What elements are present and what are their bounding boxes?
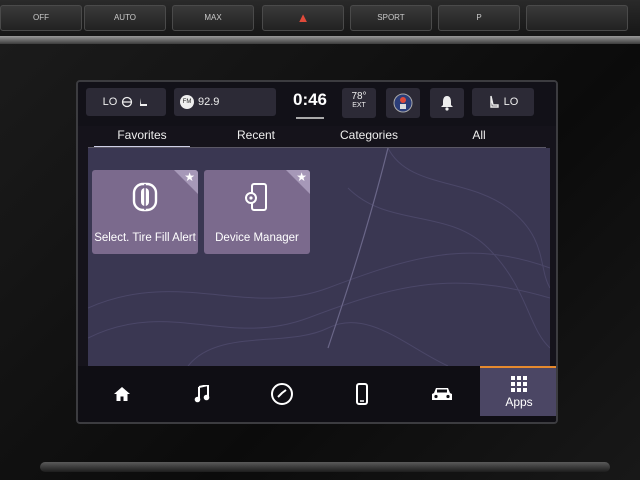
- climate-right-value: LO: [503, 96, 519, 108]
- bottom-navigation: Apps: [78, 366, 556, 422]
- nav-vehicle[interactable]: [412, 372, 472, 416]
- tile-label: Select. Tire Fill Alert: [94, 232, 196, 244]
- infotainment-screen: LO FM 92.9 0:46 78° EXT LO Favorites Rec…: [76, 80, 558, 424]
- front-defrost-button[interactable]: MAX: [172, 5, 254, 31]
- home-icon: [114, 387, 130, 401]
- apps-label: Apps: [505, 394, 533, 409]
- climate-left-value: LO: [102, 96, 118, 108]
- heated-wheel-icon: [122, 96, 133, 108]
- profile-icon: [393, 93, 413, 113]
- radio-band-badge: FM: [180, 95, 194, 109]
- nav-apps[interactable]: Apps: [480, 366, 556, 416]
- apps-grid-icon: [511, 375, 527, 392]
- music-note-icon: [194, 385, 210, 403]
- tab-categories[interactable]: Categories: [332, 126, 406, 146]
- radio-station: 92.9: [198, 96, 220, 108]
- device-manager-icon: [245, 183, 267, 211]
- bell-icon: [441, 96, 453, 111]
- nav-comfort[interactable]: [252, 372, 312, 416]
- tab-favorites[interactable]: Favorites: [94, 126, 190, 148]
- tab-recent[interactable]: Recent: [226, 126, 286, 146]
- hardware-button-strip: OFF AUTO MAX ▲ SPORT P: [0, 0, 640, 38]
- seat-icon: [489, 95, 499, 108]
- seat-heat-button[interactable]: AUTO: [84, 5, 166, 31]
- app-tabs: Favorites Recent Categories All: [78, 126, 556, 148]
- tire-icon: [132, 182, 158, 212]
- outside-temp-label: EXT: [352, 102, 366, 109]
- app-tile-device-manager[interactable]: ★ Device Manager: [204, 170, 310, 254]
- chrome-trim: [0, 36, 640, 44]
- nav-media[interactable]: [172, 372, 232, 416]
- lane-keep-button[interactable]: [526, 5, 628, 31]
- hazard-button[interactable]: ▲: [262, 5, 344, 31]
- park-assist-button[interactable]: P: [438, 5, 520, 31]
- phone-icon: [356, 383, 368, 405]
- status-bar: LO FM 92.9 0:46 78° EXT LO: [78, 82, 556, 126]
- favorites-panel: ★ Select. Tire Fill Alert ★ Device Manag…: [88, 148, 550, 366]
- climate-icon: [271, 383, 293, 405]
- climate-left-control[interactable]: LO: [86, 88, 166, 116]
- climate-right-control[interactable]: LO: [472, 88, 534, 116]
- user-profile-button[interactable]: [386, 88, 420, 118]
- outside-temp-value: 78°: [351, 91, 367, 102]
- sport-mode-button[interactable]: SPORT: [350, 5, 432, 31]
- clock: 0:46: [292, 90, 328, 109]
- clock-underline: [296, 117, 324, 119]
- app-tile-tire-fill-alert[interactable]: ★ Select. Tire Fill Alert: [92, 170, 198, 254]
- defrost-rear-button[interactable]: OFF: [0, 5, 82, 31]
- radio-widget[interactable]: FM 92.9: [174, 88, 276, 116]
- bottom-trim: [40, 462, 610, 472]
- heated-seat-icon: [140, 98, 148, 106]
- tab-all[interactable]: All: [464, 126, 494, 146]
- notifications-button[interactable]: [430, 88, 464, 118]
- car-icon: [432, 388, 452, 400]
- tile-label: Device Manager: [215, 232, 299, 244]
- outside-temperature: 78° EXT: [342, 88, 376, 118]
- nav-home[interactable]: [92, 372, 152, 416]
- nav-phone[interactable]: [332, 372, 392, 416]
